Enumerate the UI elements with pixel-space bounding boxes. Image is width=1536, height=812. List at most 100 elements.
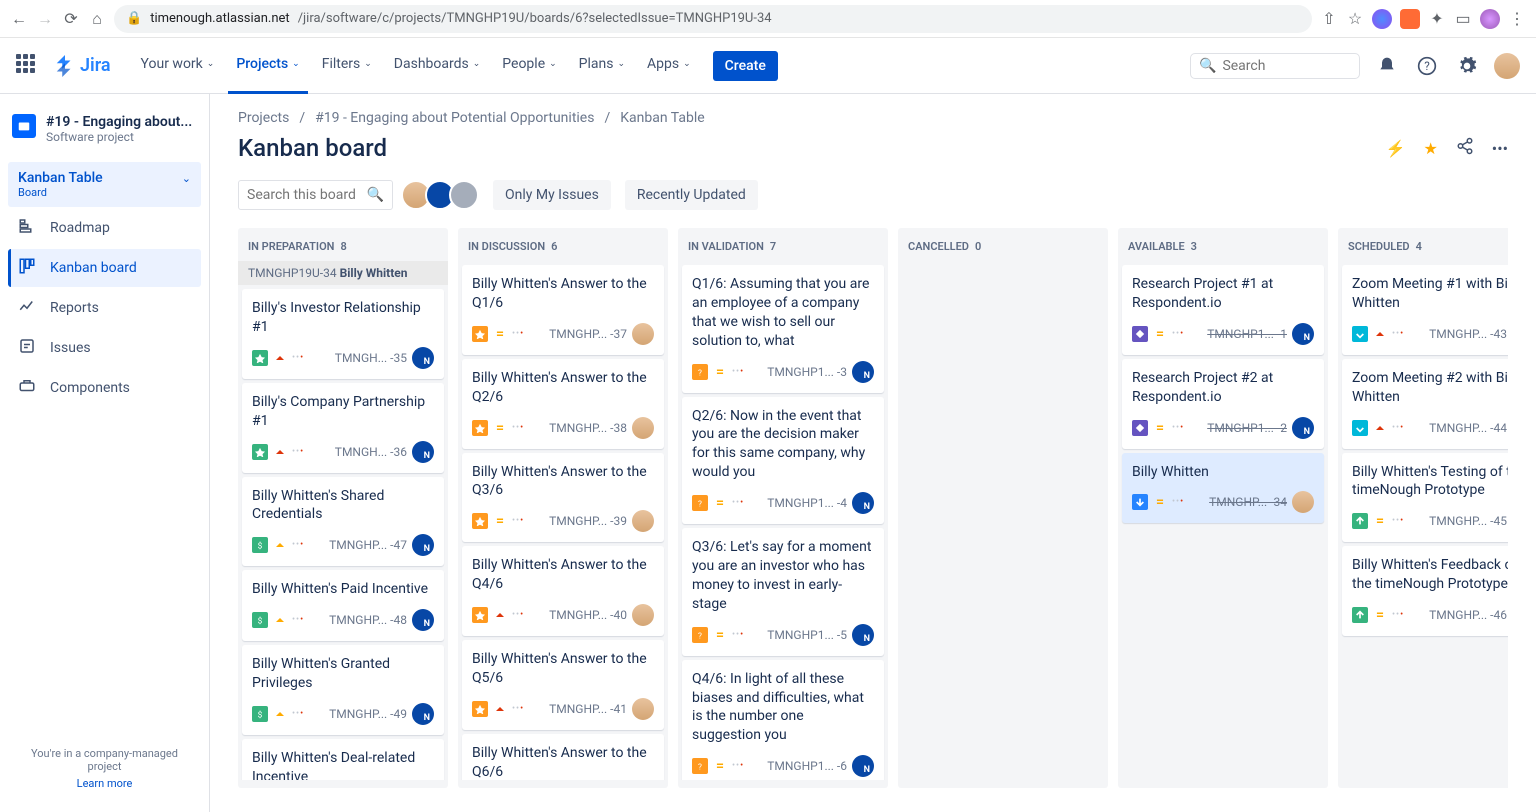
assignee-filter[interactable] — [407, 180, 479, 210]
menu-icon[interactable]: ⋮ — [1508, 10, 1526, 28]
share-icon[interactable] — [1456, 137, 1474, 159]
issue-card[interactable]: Billy Whitten's Answer to the Q4/6•••TMN… — [462, 546, 664, 636]
assignee-avatar[interactable] — [412, 534, 434, 556]
nav-item-people[interactable]: People⌄ — [494, 38, 564, 94]
assignee-avatar[interactable] — [632, 698, 654, 720]
issue-type-icon — [1132, 420, 1148, 436]
jira-logo[interactable]: Jira — [54, 55, 111, 77]
nav-item-dashboards[interactable]: Dashboards⌄ — [386, 38, 488, 94]
sidebar-item-roadmap[interactable]: Roadmap — [8, 209, 201, 247]
back-icon[interactable]: ← — [10, 10, 28, 28]
issue-card[interactable]: Research Project #1 at Respondent.io=•••… — [1122, 265, 1324, 355]
issue-card[interactable]: Q1/6: Assuming that you are an employee … — [682, 265, 884, 393]
issue-card[interactable]: Billy Whitten's Testing of the timeNough… — [1342, 453, 1508, 543]
issue-card[interactable]: Billy Whitten's Feedback on the timeNoug… — [1342, 546, 1508, 636]
avatar[interactable] — [449, 180, 479, 210]
priority-high-icon — [493, 608, 507, 622]
issue-card[interactable]: Billy Whitten's Answer to the Q5/6•••TMN… — [462, 640, 664, 730]
issue-card[interactable]: Billy Whitten's Shared Credentials$•••TM… — [242, 477, 444, 567]
more-icon[interactable]: ••• — [1492, 139, 1508, 158]
board-search-input[interactable] — [247, 187, 361, 203]
sidebar-item-kanban-board[interactable]: Kanban board — [8, 249, 201, 287]
issue-card[interactable]: Billy Whitten's Answer to the Q6/6•••TMN… — [462, 734, 664, 780]
issue-card[interactable]: Q3/6: Let's say for a moment you are an … — [682, 528, 884, 656]
star-icon[interactable]: ☆ — [1346, 10, 1364, 28]
issue-card[interactable]: Billy Whitten's Answer to the Q2/6=•••TM… — [462, 359, 664, 449]
assignee-avatar[interactable] — [1292, 323, 1314, 345]
home-icon[interactable]: ⌂ — [88, 10, 106, 28]
user-avatar[interactable] — [1494, 53, 1520, 79]
app-switcher-icon[interactable] — [16, 54, 40, 78]
breadcrumb-item[interactable]: Projects — [238, 110, 289, 126]
board-selector[interactable]: Kanban Table Board ⌄ — [8, 162, 201, 207]
card-title: Zoom Meeting #1 with Billy Whitten — [1352, 275, 1508, 313]
sidebar-item-issues[interactable]: Issues — [8, 329, 201, 367]
issue-card[interactable]: Billy Whitten's Deal-related Incentive$•… — [242, 739, 444, 780]
url-bar[interactable]: 🔒 timenough.atlassian.net/jira/software/… — [114, 5, 1312, 33]
assignee-avatar[interactable] — [412, 703, 434, 725]
star-icon[interactable]: ★ — [1423, 139, 1437, 158]
only-my-issues-button[interactable]: Only My Issues — [493, 180, 611, 210]
issue-card[interactable]: Billy's Company Partnership #1•••TMNGH..… — [242, 383, 444, 473]
assignee-avatar[interactable] — [412, 609, 434, 631]
issue-card[interactable]: Billy Whitten=•••TMNGHP... -34 — [1122, 453, 1324, 524]
nav-item-plans[interactable]: Plans⌄ — [571, 38, 633, 94]
column-available: AVAILABLE 3Research Project #1 at Respon… — [1118, 228, 1328, 788]
automation-icon[interactable]: ⚡ — [1386, 139, 1406, 158]
assignee-avatar[interactable] — [852, 624, 874, 646]
issue-card[interactable]: Zoom Meeting #2 with Billy Whitten•••TMN… — [1342, 359, 1508, 449]
board-search[interactable]: 🔍 — [238, 180, 393, 210]
swimlane-header[interactable]: TMNGHP19U-34 Billy Whitten — [238, 261, 448, 285]
extension-icon[interactable] — [1372, 9, 1392, 29]
recently-updated-button[interactable]: Recently Updated — [625, 180, 758, 210]
breadcrumb-item[interactable]: Kanban Table — [620, 110, 704, 126]
assignee-avatar[interactable] — [852, 492, 874, 514]
assignee-avatar[interactable] — [632, 323, 654, 345]
nav-item-apps[interactable]: Apps⌄ — [639, 38, 699, 94]
card-title: Q4/6: In light of all these biases and d… — [692, 670, 874, 746]
extensions-icon[interactable]: ✦ — [1428, 10, 1446, 28]
assignee-avatar[interactable] — [412, 347, 434, 369]
issue-card[interactable]: Q4/6: In light of all these biases and d… — [682, 660, 884, 780]
issue-card[interactable]: Research Project #2 at Respondent.io=•••… — [1122, 359, 1324, 449]
sidebar-item-components[interactable]: Components — [8, 369, 201, 407]
reload-icon[interactable]: ⟳ — [62, 10, 80, 28]
nav-item-projects[interactable]: Projects⌄ — [228, 38, 307, 94]
svg-text:?: ? — [698, 368, 702, 377]
issue-card[interactable]: Billy Whitten's Answer to the Q1/6=•••TM… — [462, 265, 664, 355]
nav-item-filters[interactable]: Filters⌄ — [314, 38, 380, 94]
assignee-avatar[interactable] — [1292, 491, 1314, 513]
notifications-icon[interactable] — [1374, 53, 1400, 79]
issue-card[interactable]: Q2/6: Now in the event that you are the … — [682, 397, 884, 525]
profile-avatar[interactable] — [1480, 9, 1500, 29]
breadcrumb-item[interactable]: #19 - Engaging about Potential Opportuni… — [315, 110, 594, 126]
sidebar-item-reports[interactable]: Reports — [8, 289, 201, 327]
extension-icon[interactable] — [1400, 9, 1420, 29]
assignee-avatar[interactable] — [632, 510, 654, 532]
project-header[interactable]: #19 - Engaging about... Software project — [8, 110, 201, 148]
assignee-avatar[interactable] — [1292, 417, 1314, 439]
issue-card[interactable]: Billy Whitten's Paid Incentive$•••TMNGHP… — [242, 570, 444, 641]
global-search[interactable]: 🔍 — [1190, 53, 1360, 79]
assignee-avatar[interactable] — [852, 755, 874, 777]
issue-card[interactable]: Zoom Meeting #1 with Billy Whitten•••TMN… — [1342, 265, 1508, 355]
create-button[interactable]: Create — [713, 51, 778, 81]
assignee-avatar[interactable] — [852, 361, 874, 383]
share-icon[interactable]: ⇧ — [1320, 10, 1338, 28]
project-title: #19 - Engaging about... — [46, 114, 192, 130]
issue-key: TMNGHP1... -2 — [1207, 421, 1287, 435]
flag-dots: ••• — [512, 610, 524, 620]
learn-more-link[interactable]: Learn more — [14, 777, 195, 790]
assignee-avatar[interactable] — [412, 441, 434, 463]
forward-icon[interactable]: → — [36, 10, 54, 28]
issue-card[interactable]: Billy Whitten's Granted Privileges$•••TM… — [242, 645, 444, 735]
assignee-avatar[interactable] — [632, 417, 654, 439]
panel-icon[interactable]: ▭ — [1454, 10, 1472, 28]
assignee-avatar[interactable] — [632, 604, 654, 626]
issue-card[interactable]: Billy's Investor Relationship #1•••TMNGH… — [242, 289, 444, 379]
issue-card[interactable]: Billy Whitten's Answer to the Q3/6=•••TM… — [462, 453, 664, 543]
help-icon[interactable]: ? — [1414, 53, 1440, 79]
global-search-input[interactable] — [1222, 58, 1351, 74]
settings-icon[interactable] — [1454, 53, 1480, 79]
nav-item-your-work[interactable]: Your work⌄ — [133, 38, 223, 94]
